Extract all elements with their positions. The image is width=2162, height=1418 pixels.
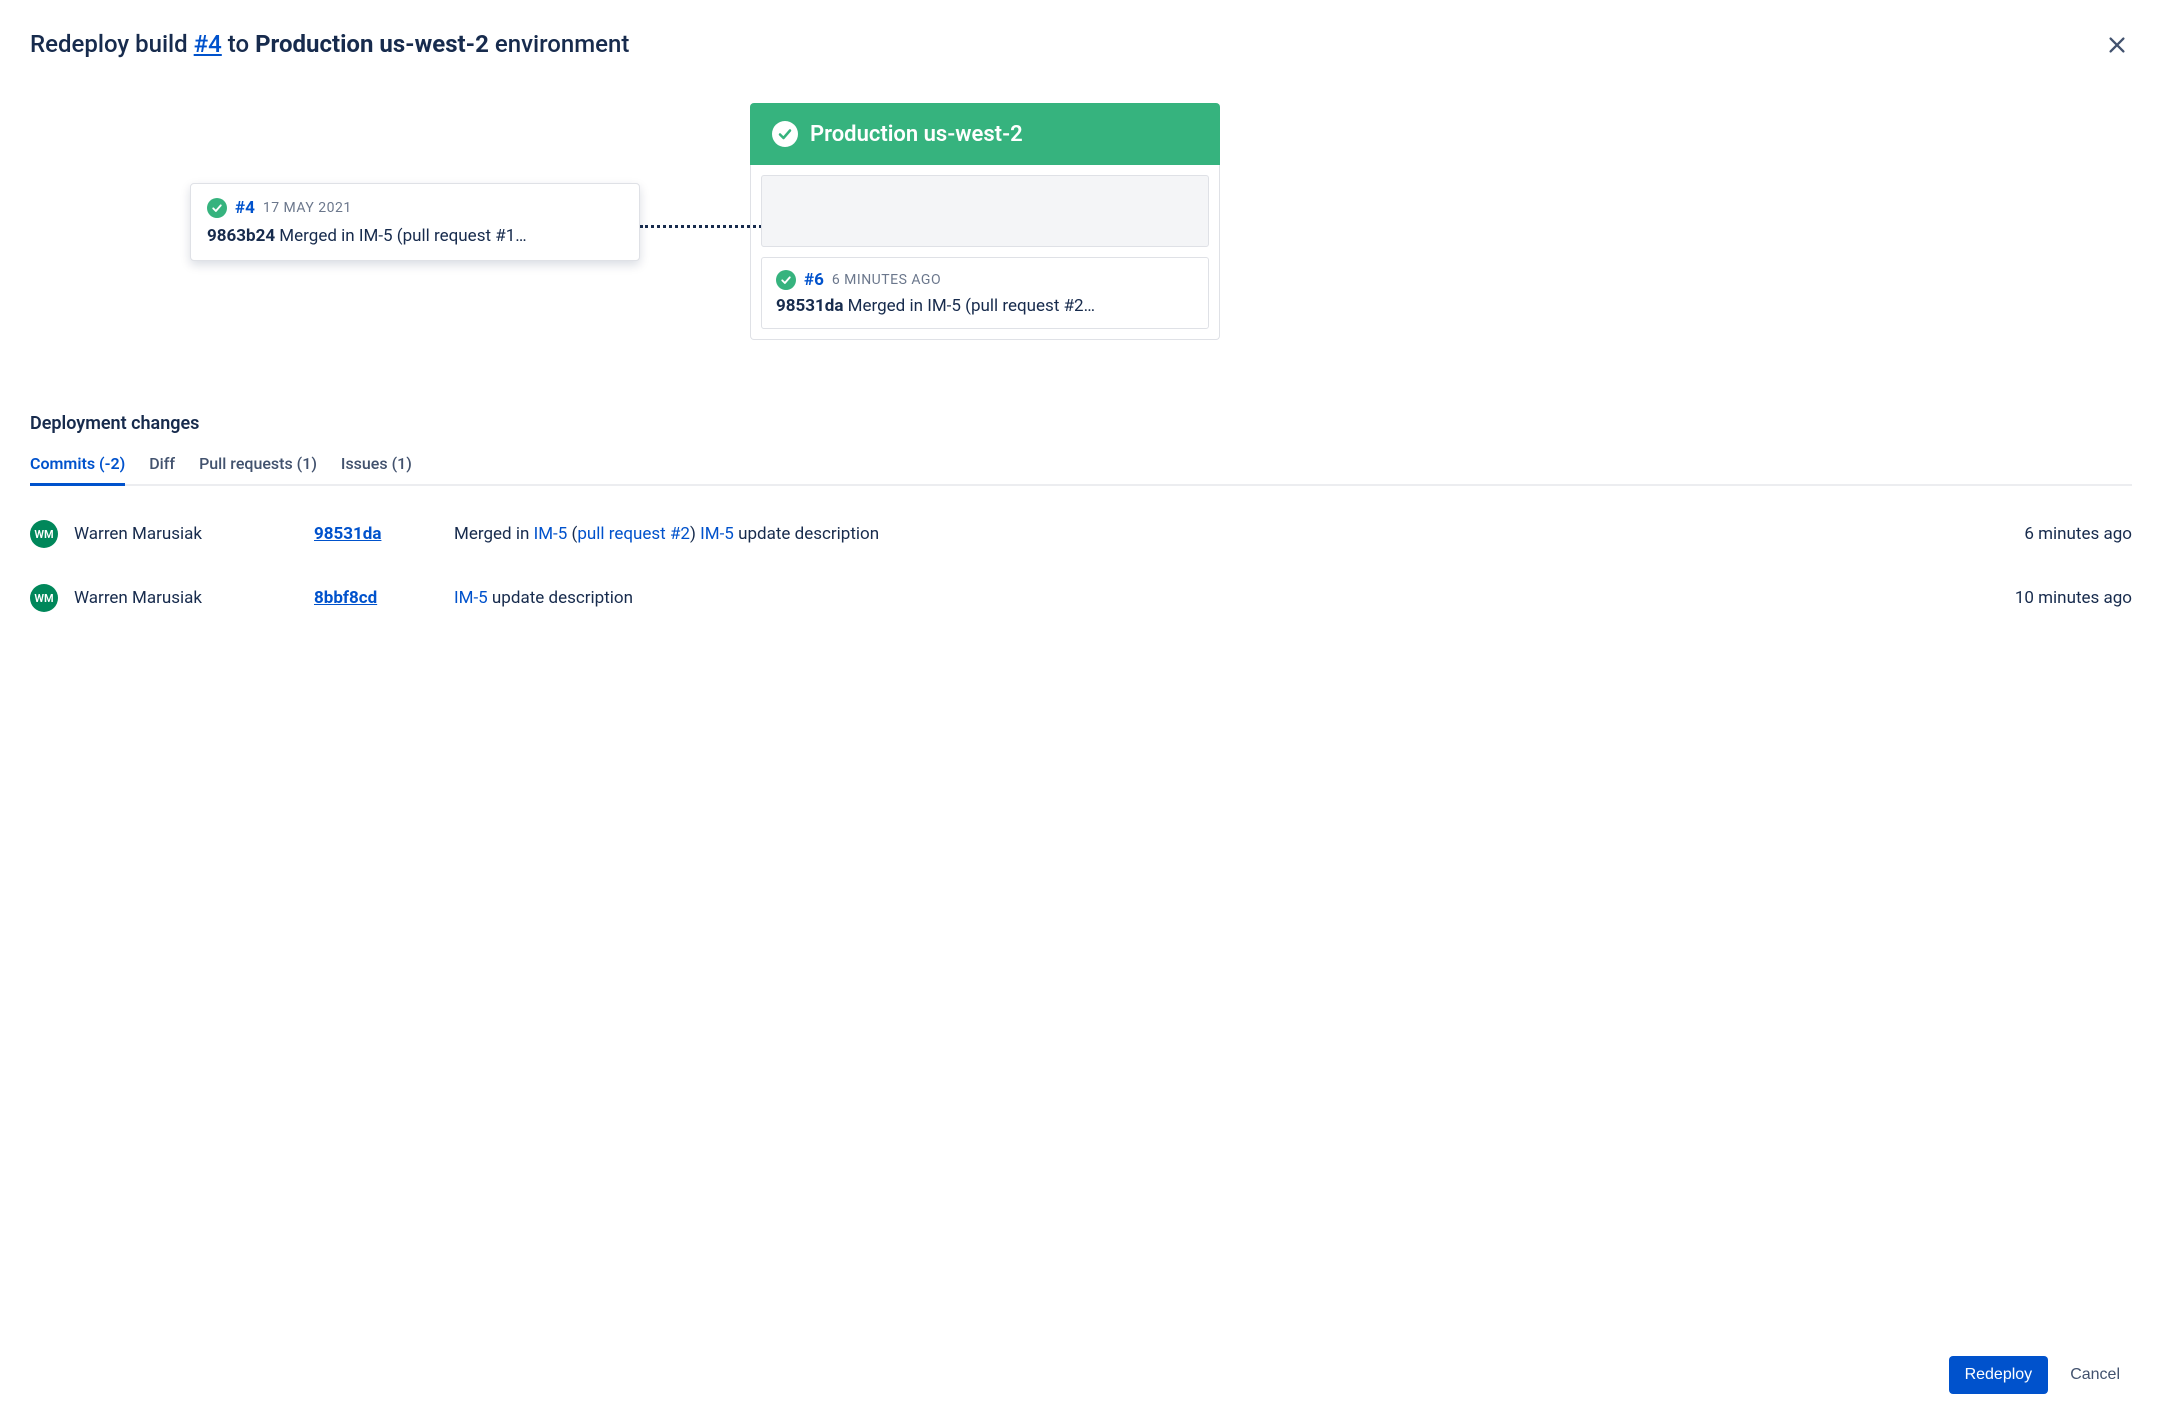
success-icon — [207, 198, 227, 218]
issue-link[interactable]: IM-5 — [534, 524, 568, 544]
current-deployment-card[interactable]: #6 6 MINUTES AGO 98531da Merged in IM-5 … — [761, 257, 1209, 329]
title-suffix: environment — [489, 30, 629, 58]
commit-time: 10 minutes ago — [2015, 588, 2132, 608]
target-slot-placeholder — [761, 175, 1209, 247]
environment-name: Production us-west-2 — [810, 122, 1023, 147]
commit-message: Merged in IM-5 (pull request #2) IM-5 up… — [454, 524, 2024, 544]
deployment-diagram: #4 17 MAY 2021 9863b24 Merged in IM-5 (p… — [30, 103, 2132, 393]
msg-text: update description — [734, 524, 879, 544]
commit-time: 6 minutes ago — [2024, 524, 2132, 544]
source-commit-line: 9863b24 Merged in IM-5 (pull request #1… — [207, 226, 623, 246]
current-build-date: 6 MINUTES AGO — [832, 272, 941, 288]
title-mid: to — [222, 30, 255, 58]
avatar: WM — [30, 520, 58, 548]
success-icon — [776, 270, 796, 290]
pr-link[interactable]: pull request #2 — [577, 524, 690, 544]
msg-text: Merged in — [454, 524, 534, 544]
tab-commits[interactable]: Commits (-2) — [30, 454, 125, 486]
commit-author: Warren Marusiak — [74, 524, 314, 544]
tab-issues[interactable]: Issues (1) — [341, 454, 412, 486]
msg-text: update description — [488, 588, 633, 608]
current-build-number: #6 — [804, 270, 824, 290]
dialog-title: Redeploy build #4 to Production us-west-… — [30, 30, 629, 58]
commit-message: IM-5 update description — [454, 588, 2015, 608]
avatar: WM — [30, 584, 58, 612]
close-button[interactable] — [2102, 30, 2132, 63]
source-build-date: 17 MAY 2021 — [263, 200, 352, 216]
source-commit-message: Merged in IM-5 (pull request #1… — [275, 226, 527, 246]
current-commit-line: 98531da Merged in IM-5 (pull request #2… — [776, 296, 1194, 316]
current-commit-hash: 98531da — [776, 296, 843, 316]
tab-diff[interactable]: Diff — [149, 454, 175, 486]
section-title: Deployment changes — [30, 413, 2132, 434]
tab-pull-requests[interactable]: Pull requests (1) — [199, 454, 317, 486]
current-commit-message: Merged in IM-5 (pull request #2… — [843, 296, 1095, 316]
commit-hash-link[interactable]: 98531da — [314, 524, 454, 544]
commit-row: WM Warren Marusiak 8bbf8cd IM-5 update d… — [30, 574, 2132, 638]
commits-list: WM Warren Marusiak 98531da Merged in IM-… — [30, 510, 2132, 638]
commit-hash-link[interactable]: 8bbf8cd — [314, 588, 454, 608]
title-env-name: Production us-west-2 — [255, 30, 489, 58]
cancel-button[interactable]: Cancel — [2058, 1356, 2132, 1394]
source-build-number: #4 — [235, 198, 255, 218]
commit-author: Warren Marusiak — [74, 588, 314, 608]
source-build-card[interactable]: #4 17 MAY 2021 9863b24 Merged in IM-5 (p… — [190, 183, 640, 261]
msg-text: ( — [567, 524, 577, 544]
environment-panel: Production us-west-2 #6 6 MINUTES AGO 98… — [750, 103, 1220, 340]
tabs: Commits (-2) Diff Pull requests (1) Issu… — [30, 454, 2132, 486]
redeploy-button[interactable]: Redeploy — [1949, 1356, 2049, 1394]
commit-row: WM Warren Marusiak 98531da Merged in IM-… — [30, 510, 2132, 574]
dialog-footer: Redeploy Cancel — [1949, 1356, 2132, 1394]
source-commit-hash: 9863b24 — [207, 226, 275, 246]
issue-link[interactable]: IM-5 — [454, 588, 488, 608]
issue-link[interactable]: IM-5 — [700, 524, 734, 544]
msg-text: ) — [690, 524, 700, 544]
close-icon — [2106, 44, 2128, 59]
environment-header: Production us-west-2 — [750, 103, 1220, 165]
success-icon — [772, 121, 798, 147]
title-prefix: Redeploy build — [30, 30, 194, 58]
title-build-link[interactable]: #4 — [194, 30, 222, 58]
